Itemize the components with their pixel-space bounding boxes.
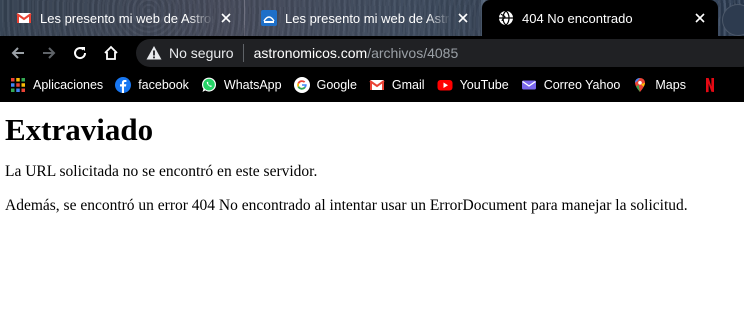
- bookmarks-bar: Aplicaciones facebook WhatsApp Google Gm…: [0, 70, 744, 100]
- error-message: La URL solicitada no se encontró en este…: [5, 163, 318, 180]
- bookmark-yahoo-mail[interactable]: Correo Yahoo: [515, 72, 627, 98]
- youtube-icon: [437, 80, 453, 91]
- address-bar[interactable]: No seguro astronomicos.com/archivos/4085: [136, 39, 744, 67]
- site-icon: [261, 10, 277, 26]
- url-path: /archivos/4085: [367, 45, 459, 61]
- page-title: Extraviado: [5, 112, 154, 147]
- apps-grid-icon: [11, 78, 25, 92]
- reload-button[interactable]: [66, 39, 94, 67]
- security-indicator[interactable]: No seguro: [146, 45, 234, 61]
- gmail-icon: [369, 80, 385, 90]
- bookmark-label: YouTube: [459, 78, 509, 92]
- page-content: Extraviado La URL solicitada no se encon…: [5, 102, 741, 215]
- home-icon: [104, 45, 118, 60]
- home-button[interactable]: [97, 39, 125, 67]
- close-tab-icon[interactable]: [218, 10, 234, 26]
- tab-title: Les presento mi web de Astronomía: [285, 10, 451, 26]
- bookmark-youtube[interactable]: YouTube: [431, 72, 515, 98]
- tab-title: 404 No encontrado: [522, 10, 633, 26]
- bookmark-label: Aplicaciones: [33, 78, 104, 92]
- globe-icon: [498, 10, 514, 26]
- warning-icon: [146, 46, 162, 60]
- bookmark-facebook[interactable]: facebook: [109, 72, 195, 98]
- back-button[interactable]: [4, 39, 32, 67]
- bookmark-gmail[interactable]: Gmail: [363, 72, 431, 98]
- bookmark-label: Gmail: [391, 78, 425, 92]
- omnibox-divider: [242, 44, 244, 62]
- tab-strip: Les presento mi web de Astronomía Les pr…: [0, 0, 744, 36]
- tab-astronomia-1[interactable]: Les presento mi web de Astronomía: [0, 0, 244, 36]
- bookmark-netflix[interactable]: [692, 72, 731, 98]
- arrow-right-icon: [43, 47, 56, 59]
- maps-icon: [635, 78, 646, 92]
- tab-astronomia-2[interactable]: Les presento mi web de Astronomía: [245, 0, 481, 36]
- bookmark-label: Google: [316, 78, 357, 92]
- bookmark-maps[interactable]: Maps: [626, 72, 692, 98]
- arrow-left-icon: [11, 47, 24, 59]
- yahoo-mail-icon: [521, 80, 536, 90]
- netflix-icon: [705, 78, 714, 93]
- gmail-icon: [16, 10, 32, 26]
- security-label: No seguro: [169, 45, 234, 61]
- new-tab-button[interactable]: [722, 4, 744, 36]
- tab-404[interactable]: 404 No encontrado: [482, 0, 718, 36]
- facebook-icon: [115, 77, 132, 93]
- whatsapp-icon: [201, 77, 216, 92]
- bookmark-whatsapp[interactable]: WhatsApp: [195, 72, 288, 98]
- error-detail: Además, se encontró un error 404 No enco…: [5, 197, 688, 214]
- bookmark-label: Maps: [655, 78, 686, 92]
- forward-button[interactable]: [35, 39, 63, 67]
- reload-icon: [74, 47, 87, 60]
- bookmark-label: Correo Yahoo: [543, 78, 621, 92]
- tab-title: Les presento mi web de Astronomía: [40, 10, 214, 26]
- google-icon: [293, 77, 310, 93]
- close-tab-icon[interactable]: [692, 10, 708, 26]
- bookmark-google[interactable]: Google: [288, 72, 363, 98]
- browser-toolbar: No seguro astronomicos.com/archivos/4085: [0, 36, 744, 70]
- close-tab-icon[interactable]: [455, 10, 471, 26]
- url-host: astronomicos.com: [253, 45, 368, 61]
- bookmark-label: facebook: [138, 78, 189, 92]
- bookmark-apps[interactable]: Aplicaciones: [0, 72, 109, 98]
- bookmark-label: WhatsApp: [223, 78, 282, 92]
